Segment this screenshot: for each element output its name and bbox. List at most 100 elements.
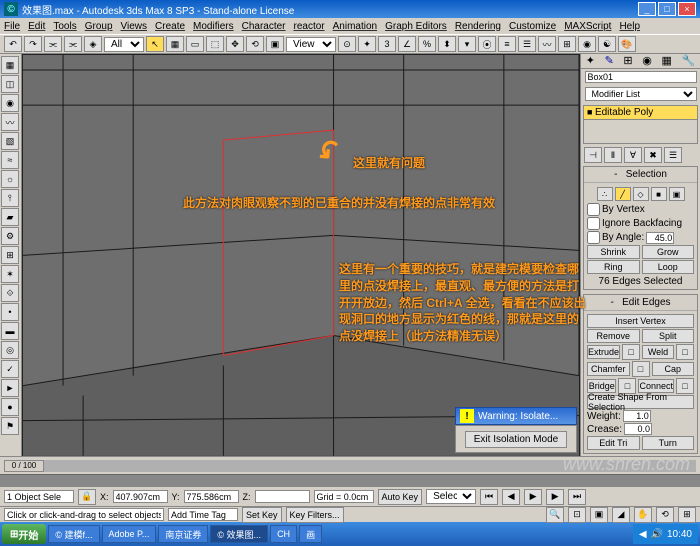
time-thumb[interactable]: 0 / 100 <box>4 460 44 472</box>
time-tag[interactable] <box>168 508 238 521</box>
taskbar-item[interactable]: CH <box>270 525 297 543</box>
key-filters-button[interactable]: Key Filters... <box>286 507 344 523</box>
element-icon[interactable]: ▣ <box>669 187 685 201</box>
rigid-body-icon[interactable]: ▦ <box>1 56 19 74</box>
modify-tab-icon[interactable]: ✎ <box>605 54 614 67</box>
schematic-button[interactable]: ⊞ <box>558 36 576 52</box>
water-icon[interactable]: ≈ <box>1 151 19 169</box>
menu-file[interactable]: File <box>4 21 20 32</box>
viewport-perspective[interactable]: Perspective ↶ 这里就有问题 此方法对肉眼观察不到的已重合的并没有焊… <box>22 54 580 456</box>
preview-icon[interactable]: ► <box>1 379 19 397</box>
by-vertex-checkbox[interactable] <box>587 203 600 216</box>
autokey-button[interactable]: Auto Key <box>378 489 423 505</box>
menu-modifiers[interactable]: Modifiers <box>193 21 234 32</box>
zoom-all-icon[interactable]: ⊡ <box>568 507 586 523</box>
zoom-extents-icon[interactable]: ▣ <box>590 507 608 523</box>
taskbar-item[interactable]: 南京证券 <box>158 525 208 543</box>
pan-icon[interactable]: ✋ <box>634 507 652 523</box>
cap-button[interactable]: Cap <box>652 362 695 376</box>
render-scene-button[interactable]: ☯ <box>598 36 616 52</box>
toy-car-icon[interactable]: ⊞ <box>1 246 19 264</box>
polygon-icon[interactable]: ■ <box>651 187 667 201</box>
analyze-icon[interactable]: ✓ <box>1 360 19 378</box>
key-mode-select[interactable]: Selected <box>426 489 476 504</box>
exit-isolation-button[interactable]: Exit Isolation Mode <box>465 431 568 448</box>
mirror-button[interactable]: ⦿ <box>478 36 496 52</box>
undo-button[interactable]: ↶ <box>4 36 22 52</box>
layers-button[interactable]: ☰ <box>518 36 536 52</box>
menu-help[interactable]: Help <box>619 21 640 32</box>
redo-button[interactable]: ↷ <box>24 36 42 52</box>
tray-icon[interactable]: ◀ <box>639 529 647 540</box>
ignore-backfacing-checkbox[interactable] <box>587 217 600 230</box>
menu-group[interactable]: Group <box>85 21 113 32</box>
spinner-snap-button[interactable]: ⬍ <box>438 36 456 52</box>
curve-editor-button[interactable]: 〰 <box>538 36 556 52</box>
goto-start-icon[interactable]: ⏮ <box>480 489 498 505</box>
center-button[interactable]: ⊙ <box>338 36 356 52</box>
minimize-button[interactable]: _ <box>638 2 656 16</box>
create-shape-button[interactable]: Create Shape From Selection <box>587 395 694 409</box>
configure-icon[interactable]: ☰ <box>664 147 682 163</box>
arc-rotate-icon[interactable]: ⟲ <box>656 507 674 523</box>
taskbar-item[interactable]: © 建模f... <box>48 525 99 543</box>
rope-icon[interactable]: 〰 <box>1 113 19 131</box>
unlink-button[interactable]: ⫘ <box>64 36 82 52</box>
align-button[interactable]: ≡ <box>498 36 516 52</box>
border-icon[interactable]: ◇ <box>633 187 649 201</box>
fov-icon[interactable]: ◢ <box>612 507 630 523</box>
select-name-button[interactable]: ▦ <box>166 36 184 52</box>
named-sel-button[interactable]: ▾ <box>458 36 476 52</box>
unique-icon[interactable]: ∀ <box>624 147 642 163</box>
tray-icon[interactable]: 🔊 <box>651 529 663 540</box>
weld-button[interactable]: Weld <box>642 345 674 359</box>
taskbar-item[interactable]: 画 <box>299 525 322 543</box>
y-coord[interactable] <box>184 490 239 503</box>
point-icon[interactable]: • <box>1 303 19 321</box>
link-button[interactable]: ⫘ <box>44 36 62 52</box>
grow-button[interactable]: Grow <box>642 245 695 259</box>
chamfer-button[interactable]: Chamfer <box>587 362 630 376</box>
next-frame-icon[interactable]: ▶ <box>546 489 564 505</box>
remove-mod-icon[interactable]: ✖ <box>644 147 662 163</box>
utilities-tab-icon[interactable]: 🔧 <box>681 54 695 67</box>
material-button[interactable]: ◉ <box>578 36 596 52</box>
selection-rollout-header[interactable]: - Selection <box>584 167 697 183</box>
spring-icon[interactable]: ⫯ <box>1 189 19 207</box>
chamfer-settings-icon[interactable]: □ <box>632 361 650 377</box>
manip-button[interactable]: ✦ <box>358 36 376 52</box>
maximize-viewport-icon[interactable]: ⊞ <box>678 507 696 523</box>
loop-button[interactable]: Loop <box>642 260 695 274</box>
connect-button[interactable]: Connect <box>638 379 674 393</box>
lock-icon[interactable]: 🔒 <box>78 489 96 505</box>
by-angle-checkbox[interactable] <box>587 231 600 244</box>
bridge-button[interactable]: Bridge <box>587 379 616 393</box>
zoom-icon[interactable]: 🔍 <box>546 507 564 523</box>
start-button[interactable]: ⊞ 开始 <box>2 524 46 544</box>
snap-button[interactable]: 3 <box>378 36 396 52</box>
time-slider[interactable]: 0 / 100 <box>0 456 700 474</box>
play-icon[interactable]: ▶ <box>524 489 542 505</box>
warning-titlebar[interactable]: ! Warning: Isolate... <box>455 407 577 425</box>
goto-end-icon[interactable]: ⏭ <box>568 489 586 505</box>
z-coord[interactable] <box>255 490 310 503</box>
cloth-icon[interactable]: ◫ <box>1 75 19 93</box>
system-tray[interactable]: ◀ 🔊 10:40 <box>633 524 698 544</box>
turn-button[interactable]: Turn <box>642 436 695 450</box>
menu-edit[interactable]: Edit <box>28 21 45 32</box>
scale-button[interactable]: ▣ <box>266 36 284 52</box>
edit-tri-button[interactable]: Edit Tri <box>587 436 640 450</box>
weight-value[interactable] <box>623 410 651 422</box>
window-crossing-button[interactable]: ⬚ <box>206 36 224 52</box>
edit-edges-rollout-header[interactable]: - Edit Edges <box>584 295 697 311</box>
menu-create[interactable]: Create <box>155 21 185 32</box>
crease-value[interactable] <box>624 423 652 435</box>
rotate-button[interactable]: ⟲ <box>246 36 264 52</box>
extrude-button[interactable]: Extrude <box>587 345 620 359</box>
hierarchy-tab-icon[interactable]: ⊞ <box>623 54 632 67</box>
x-coord[interactable] <box>113 490 168 503</box>
ring-button[interactable]: Ring <box>587 260 640 274</box>
menu-customize[interactable]: Customize <box>509 21 556 32</box>
deform-mesh-icon[interactable]: ▧ <box>1 132 19 150</box>
maximize-button[interactable]: □ <box>658 2 676 16</box>
